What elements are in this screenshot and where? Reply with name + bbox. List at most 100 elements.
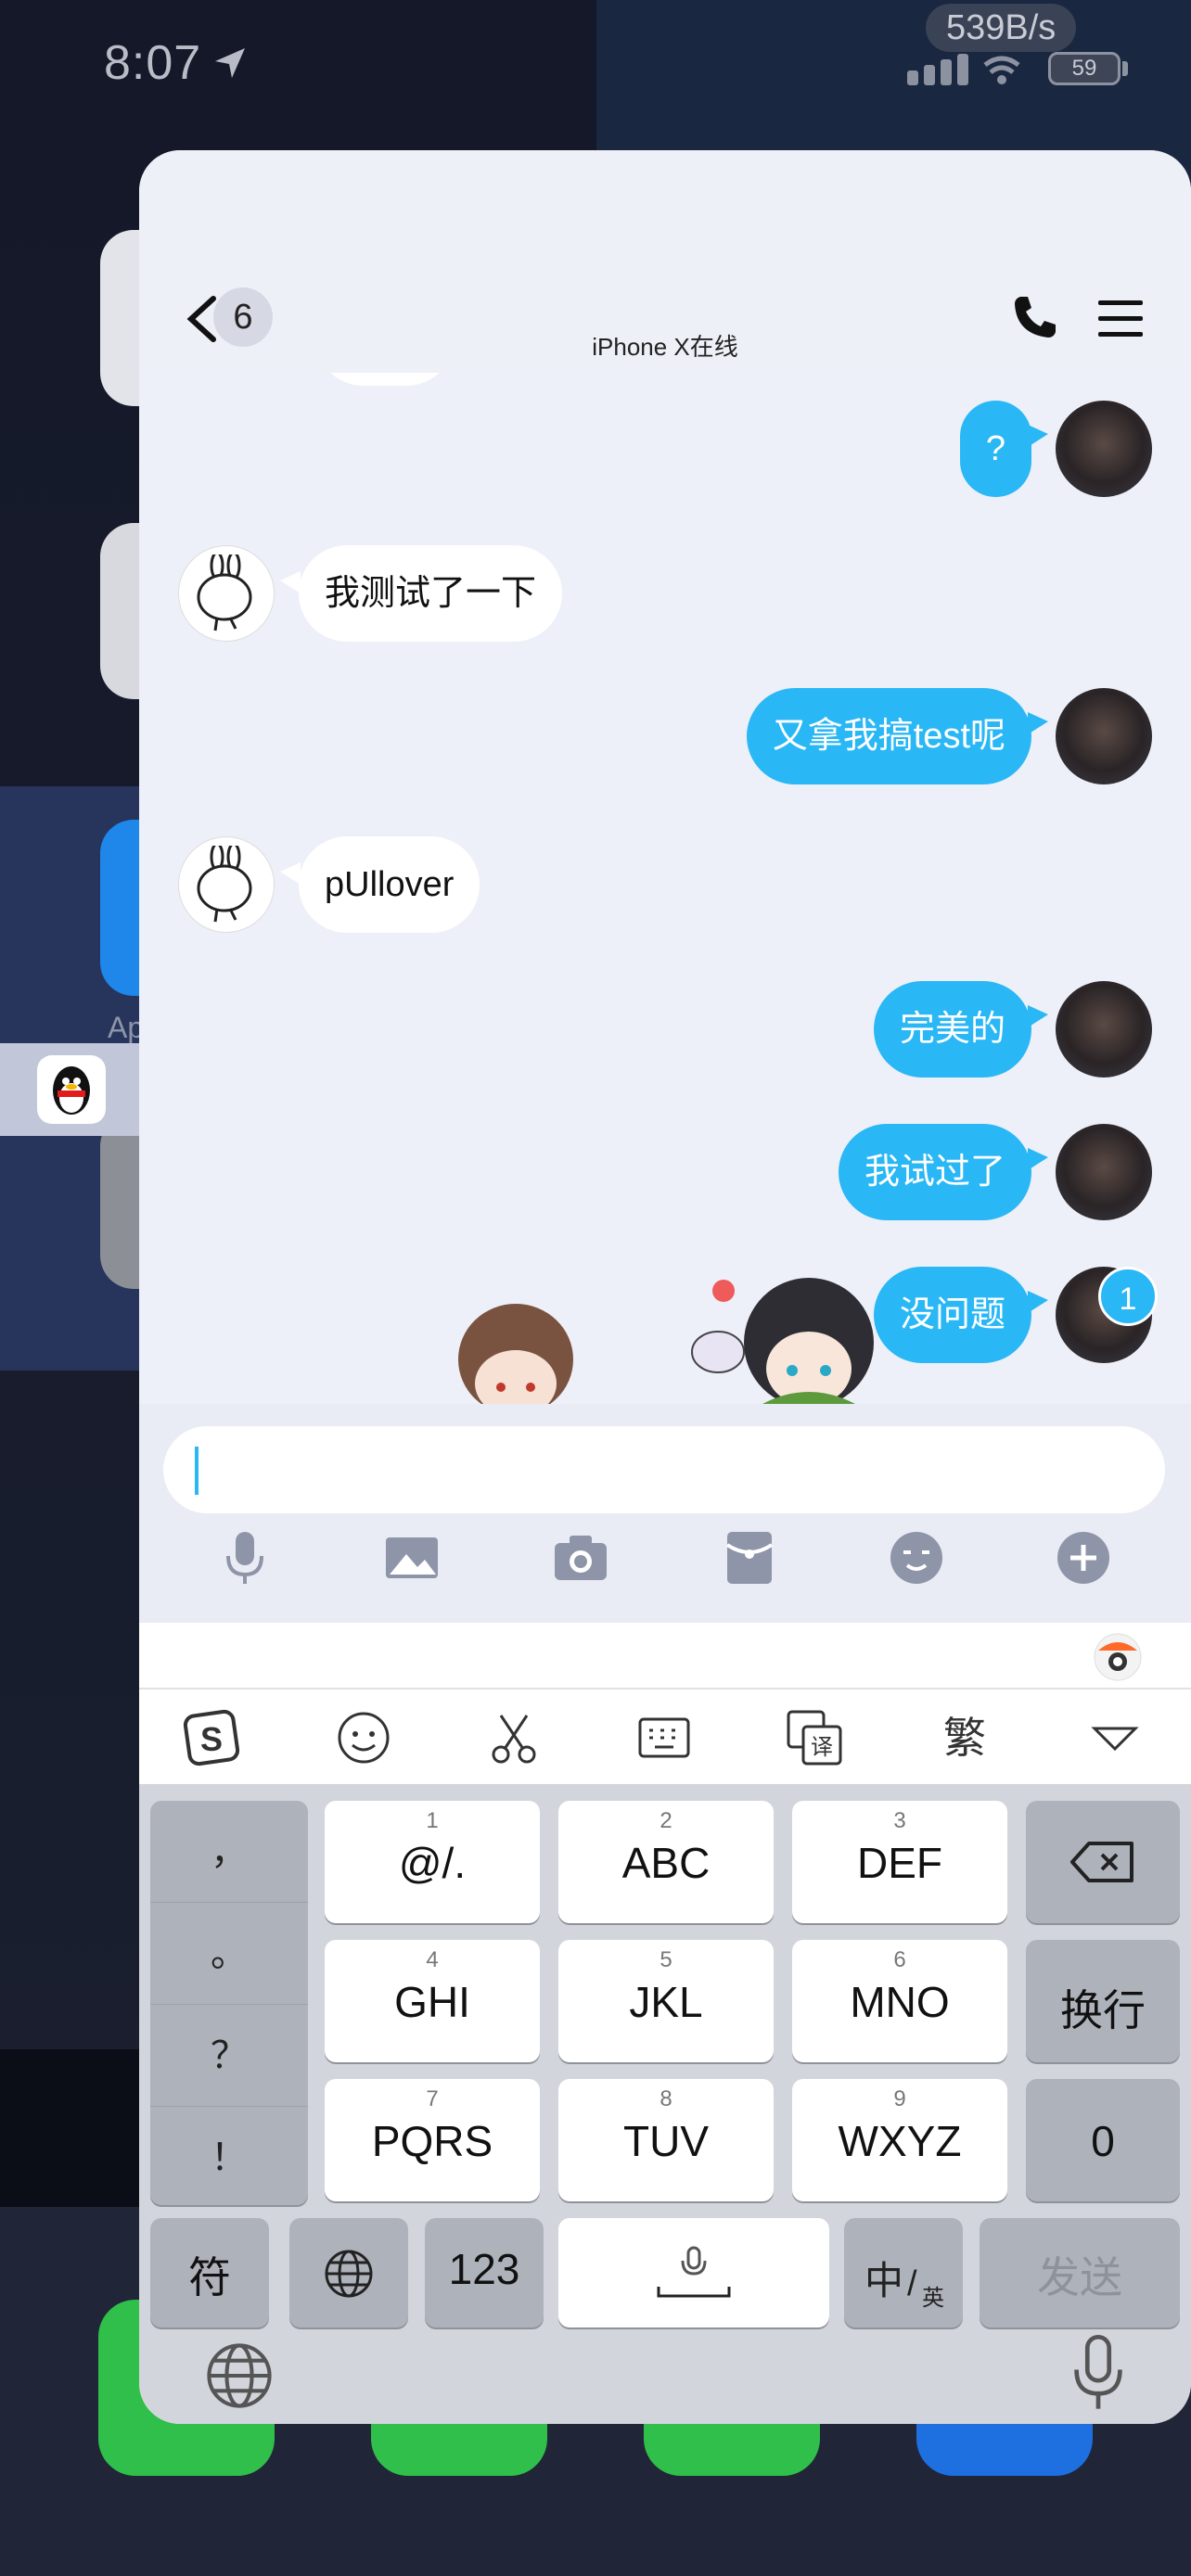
bubble-tail [1028,712,1048,734]
message-input[interactable] [163,1426,1165,1513]
svg-text:译: 译 [811,1734,833,1760]
message-bubble[interactable]: 我试过了 [838,1124,1031,1220]
net-speed: 539B/s [926,4,1077,52]
message-bubble[interactable]: pUllover [299,836,480,933]
voice-input-icon [657,2246,731,2298]
anime-girl-sticker[interactable] [683,1250,881,1404]
lang-main-label: 中 [864,2259,904,2302]
location-arrow-icon [215,48,245,78]
translate-icon[interactable]: 译 [785,1708,844,1767]
key-label: @/. [398,1839,467,1887]
bubble-tail [1028,1148,1048,1170]
key-number: 2 [660,1808,672,1833]
keyboard-icon[interactable] [634,1708,694,1767]
key-label: 0 [1091,2117,1115,2165]
my-avatar[interactable] [1056,688,1152,784]
backspace-icon [1070,1842,1133,1882]
new-message-badge[interactable]: 1 [1098,1267,1158,1326]
phone-call-icon[interactable] [1011,293,1059,341]
image-icon[interactable] [382,1528,442,1588]
key-label: ABC [621,1839,711,1887]
key-number: 9 [893,2086,906,2111]
key-number: 6 [893,1947,906,1972]
language-switch-key[interactable]: 中 / 英 [844,2218,963,2327]
sogou-logo-icon[interactable]: S [182,1708,241,1767]
dictation-mic-icon[interactable] [1063,2335,1133,2411]
message-bubble[interactable]: 没问题 [873,1267,1031,1363]
my-avatar[interactable] [1056,981,1152,1078]
key-7[interactable]: 7 PQRS [325,2079,540,2201]
globe-icon [325,2250,373,2298]
send-key[interactable]: 发送 [980,2218,1180,2327]
newline-key[interactable]: 换行 [1026,1940,1180,2062]
bubble-tail [1028,1005,1048,1027]
key-number: 1 [426,1808,439,1833]
bubble-tail [280,571,301,593]
punct-question-key[interactable]: ？ [150,2005,308,2107]
key-label: GHI [394,1978,470,2026]
number-mode-key[interactable]: 123 [425,2218,544,2327]
bubble-tail [1028,425,1048,447]
key-label: TUV [623,2117,709,2165]
qq-penguin-icon[interactable] [37,1055,106,1124]
message-bubble[interactable]: 完美的 [873,981,1031,1078]
punctuation-column[interactable]: ， 。 ？ ！ [150,1801,308,2205]
symbols-key[interactable]: 符 [150,2218,269,2327]
key-label: WXYZ [838,2117,962,2165]
chat-nav-bar: 6 iPhone X在线 [139,150,1191,373]
traditional-chinese-toggle[interactable]: 繁 [935,1708,994,1767]
key-0[interactable]: 0 [1026,2079,1180,2201]
message-bubble[interactable]: ? [959,401,1031,497]
keyboard-globe-icon[interactable] [204,2340,275,2411]
battery-tip [1122,61,1128,76]
scissors-icon[interactable] [484,1708,544,1767]
delete-key[interactable] [1026,1801,1180,1923]
emoji-icon[interactable] [887,1528,946,1588]
key-8[interactable]: 8 TUV [558,2079,774,2201]
key-3[interactable]: 3 DEF [792,1801,1007,1923]
text-cursor [195,1447,198,1495]
key-label: MNO [850,1978,950,2026]
message-bubble[interactable]: 又拿我搞test呢 [746,688,1031,784]
sogou-mascot-icon[interactable] [1093,1632,1143,1682]
smiley-icon[interactable] [334,1708,393,1767]
message-bubble[interactable]: 我测试了一下 [299,545,563,642]
key-4[interactable]: 4 GHI [325,1940,540,2062]
key-6[interactable]: 6 MNO [792,1940,1007,2062]
bunny-avatar-icon [197,846,252,923]
message-list[interactable]: ? 我测试了一下 又拿我搞test呢 pUllover 完美的 我试过了 没问题… [139,373,1191,1404]
anime-boy-sticker[interactable] [451,1298,581,1404]
key-1[interactable]: 1 @/. [325,1801,540,1923]
key-label: JKL [629,1978,703,2026]
sogou-keyboard: ， 。 ？ ！ 1 @/. 2 ABC 3 DEF 4 GHI 5 JKL 6 MNO 换行… [139,1784,1191,2424]
key-label: 发送 [1037,2253,1122,2302]
camera-icon[interactable] [551,1528,610,1588]
microphone-icon[interactable] [215,1528,275,1588]
space-key[interactable] [558,2218,829,2327]
key-number: 8 [660,2086,672,2111]
plus-icon[interactable] [1054,1528,1113,1588]
lang-sub-label: 英 [922,2286,944,2311]
key-label: DEF [857,1839,942,1887]
key-number: 4 [426,1947,439,1972]
menu-icon[interactable] [1096,299,1145,339]
globe-key[interactable] [289,2218,408,2327]
my-avatar[interactable] [1056,401,1152,497]
punct-comma-key[interactable]: ， [150,1801,308,1903]
red-packet-icon[interactable] [720,1528,779,1588]
input-area [139,1404,1191,1623]
status-time: 8:07 [104,36,202,90]
signal-wifi-icon [907,54,1020,85]
key-5[interactable]: 5 JKL [558,1940,774,2062]
qq-chat-window[interactable]: 6 iPhone X在线 ? 我测试了一下 又拿我搞test呢 pUllover… [139,150,1191,2424]
my-avatar[interactable] [1056,1124,1152,1220]
key-label: 123 [448,2245,520,2293]
key-9[interactable]: 9 WXYZ [792,2079,1007,2201]
key-number: 7 [426,2086,439,2111]
key-number: 5 [660,1947,672,1972]
bubble-tail [280,862,301,885]
collapse-icon[interactable] [1085,1708,1145,1767]
punct-period-key[interactable]: 。 [150,1903,308,2005]
punct-exclaim-key[interactable]: ！ [150,2107,308,2209]
key-2[interactable]: 2 ABC [558,1801,774,1923]
